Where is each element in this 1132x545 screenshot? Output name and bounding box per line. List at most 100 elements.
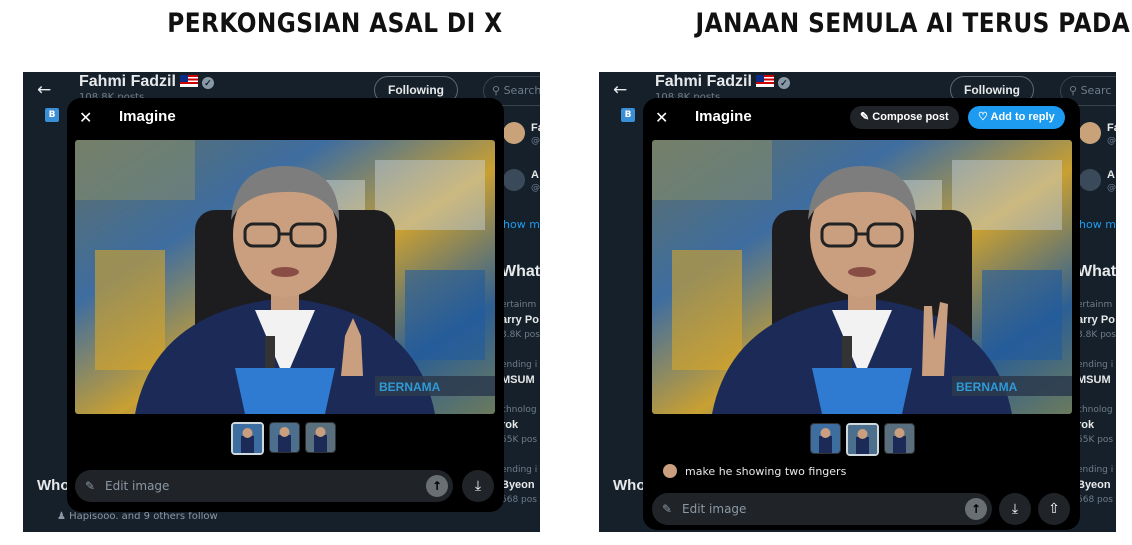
trend-title[interactable]: arry Po	[1077, 314, 1115, 326]
right-x-panel: ← Fahmi Fadzil✓ 108.8K posts Following ⚲…	[599, 72, 1116, 532]
avatar[interactable]	[1079, 169, 1101, 191]
suggest-name: Fa	[1107, 122, 1116, 134]
bernama-watermark: BERNAMA	[956, 380, 1018, 394]
profile-name-text: Fahmi Fadzil	[655, 73, 752, 90]
trend-title[interactable]: MSUM	[501, 374, 535, 386]
thumbnail[interactable]	[846, 423, 879, 456]
trend-title[interactable]: MSUM	[1077, 374, 1111, 386]
left-heading: PERKONGSIAN ASAL DI X	[167, 8, 503, 39]
trend-category: ertainm	[1077, 300, 1113, 310]
trend-title[interactable]: arry Po	[501, 314, 539, 326]
thumbnail[interactable]	[305, 422, 336, 453]
search-placeholder: Search	[503, 84, 540, 97]
thumbnail[interactable]	[810, 423, 841, 454]
profile-thumb-icon: B	[621, 108, 635, 122]
edit-image-icon: ✎	[662, 502, 673, 516]
back-arrow-icon[interactable]: ←	[613, 80, 627, 100]
edit-image-placeholder: Edit image	[105, 479, 170, 493]
thumbnail-image	[270, 423, 299, 452]
add-to-reply-button[interactable]: ♡ Add to reply	[968, 106, 1065, 129]
search-icon: ⚲	[492, 84, 501, 97]
edit-image-placeholder: Edit image	[682, 502, 747, 516]
imagine-modal: ✕ Imagine ✎ Compose post ♡ Add to reply	[643, 98, 1080, 530]
trend-count: 55K pos	[1077, 435, 1114, 445]
edit-image-input[interactable]: ✎ Edit image ↑	[75, 470, 453, 502]
thumbnail-image	[848, 425, 877, 454]
trend-category: chnolog	[1077, 405, 1113, 415]
thumbnail-image	[233, 424, 262, 453]
flag-icon	[179, 75, 198, 87]
profile-thumb-icon: B	[45, 108, 59, 122]
trend-count: 3.8K pos	[501, 330, 540, 340]
close-icon[interactable]: ✕	[79, 108, 92, 127]
trend-category: ending i	[1077, 465, 1114, 475]
avatar[interactable]	[503, 122, 525, 144]
flag-icon	[755, 75, 774, 87]
profile-name-text: Fahmi Fadzil	[79, 73, 176, 90]
pen-icon: ✎	[860, 111, 873, 123]
who-to-follow-heading: Who	[613, 477, 646, 494]
followers-text: Hapisooo. and 9 others follow	[69, 511, 218, 522]
thumbnail[interactable]	[884, 423, 915, 454]
compose-post-label: Compose post	[872, 111, 949, 123]
show-more-link[interactable]: how m	[1079, 218, 1116, 231]
show-more-link[interactable]: how m	[503, 218, 540, 231]
suggest-name: A	[1107, 169, 1115, 181]
send-arrow-icon[interactable]: ↑	[965, 498, 987, 520]
modal-title: Imagine	[695, 108, 752, 125]
verified-icon: ✓	[777, 77, 790, 89]
thumbnail-image	[885, 424, 914, 453]
trend-category: ending i	[1077, 360, 1114, 370]
followers-you-know: ♟ Hapisooo. and 9 others follow	[57, 511, 218, 522]
reply-icon: ♡	[978, 111, 991, 123]
suggest-name: A	[531, 169, 539, 181]
trend-title[interactable]: Byeon	[501, 479, 535, 491]
avatar[interactable]	[503, 169, 525, 191]
close-icon[interactable]: ✕	[655, 108, 668, 127]
profile-name: Fahmi Fadzil ✓	[655, 73, 790, 91]
edit-image-icon: ✎	[85, 479, 96, 493]
modal-title: Imagine	[119, 108, 176, 125]
avatar[interactable]	[1079, 122, 1101, 144]
trend-category: ertainm	[501, 300, 537, 310]
whats-happening-heading: What'	[1077, 263, 1116, 280]
trend-count: 568 pos	[501, 495, 537, 505]
thumbnail[interactable]	[231, 422, 264, 455]
suggest-name: Fa	[531, 122, 540, 134]
press-photo: BERNAMA	[652, 140, 1072, 414]
right-heading: JANAAN SEMULA AI TERUS PADA X	[695, 8, 1132, 39]
bernama-watermark: BERNAMA	[379, 380, 441, 394]
thumbnail-strip	[231, 422, 336, 455]
search-placeholder: Searc	[1080, 84, 1112, 97]
add-to-reply-label: Add to reply	[990, 111, 1055, 123]
left-x-panel: ← Fahmi Fadzil✓ 108.8K posts Following ⚲…	[23, 72, 540, 532]
download-icon[interactable]: ⤓	[462, 470, 494, 502]
trend-category: chnolog	[501, 405, 537, 415]
trend-title[interactable]: Byeon	[1077, 479, 1111, 491]
trend-count: 568 pos	[1077, 495, 1113, 505]
back-arrow-icon[interactable]: ←	[37, 80, 51, 100]
thumbnail[interactable]	[269, 422, 300, 453]
trend-count: 3.8K pos	[1077, 330, 1116, 340]
trend-category: ending i	[501, 465, 538, 475]
thumbnail-strip	[810, 423, 915, 456]
edit-prompt-row: make he showing two fingers	[663, 464, 846, 478]
imagine-modal: ✕ Imagine BERNAMA ✎ Edit image ↑ ⤓	[67, 98, 504, 512]
search-icon: ⚲	[1069, 84, 1078, 97]
compose-post-button[interactable]: ✎ Compose post	[850, 106, 959, 129]
download-icon[interactable]: ⤓	[999, 493, 1031, 525]
share-icon[interactable]: ⇧	[1038, 493, 1070, 525]
generated-image: BERNAMA	[652, 140, 1072, 414]
whats-happening-heading: What'	[501, 263, 540, 280]
edit-image-input[interactable]: ✎ Edit image ↑	[652, 493, 992, 525]
trend-category: ending i	[501, 360, 538, 370]
thumbnail-image	[306, 423, 335, 452]
press-photo: BERNAMA	[75, 140, 495, 414]
send-arrow-icon[interactable]: ↑	[426, 475, 448, 497]
generated-image: BERNAMA	[75, 140, 495, 414]
person-icon: ♟	[57, 511, 70, 522]
suggest-handle: @	[1107, 136, 1116, 146]
thumbnail-image	[811, 424, 840, 453]
suggest-handle: @	[531, 183, 540, 193]
user-avatar	[663, 464, 677, 478]
